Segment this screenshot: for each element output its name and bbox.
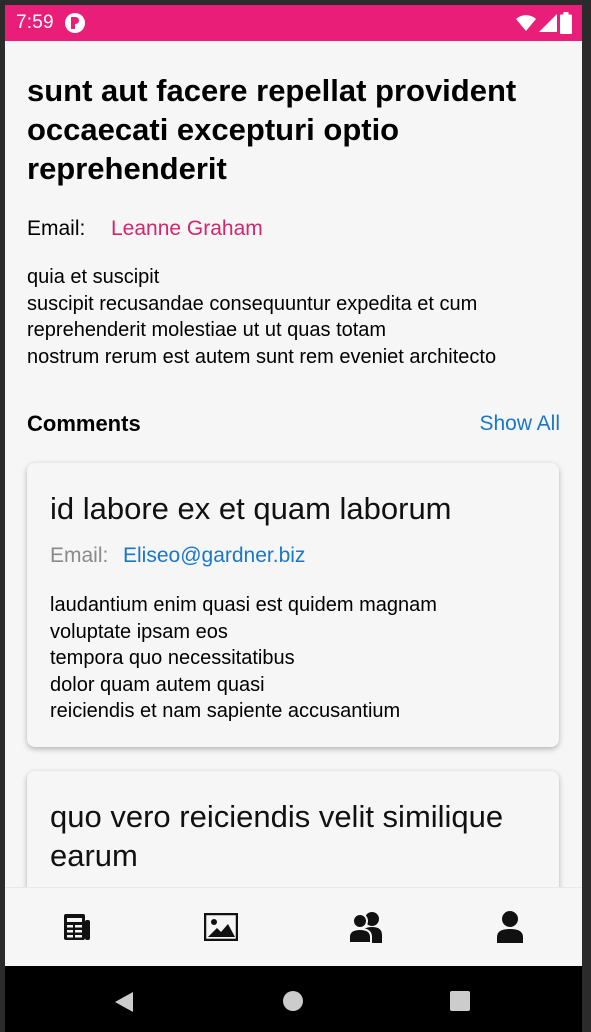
- comment-email-link[interactable]: Eliseo@gardner.biz: [123, 544, 305, 568]
- app-notification-icon: [64, 13, 85, 33]
- bottom-navigation: [5, 887, 582, 966]
- comment-card[interactable]: id labore ex et quam laborum Email: Elis…: [27, 463, 559, 747]
- signal-icon: [539, 14, 557, 32]
- status-bar: 7:59: [5, 5, 582, 41]
- app-screen: 7:59 sunt aut facere repellat provident …: [5, 5, 582, 1032]
- home-icon[interactable]: [282, 990, 304, 1012]
- comments-title: Comments: [27, 411, 141, 436]
- device-frame: 7:59 sunt aut facere repellat provident …: [0, 0, 591, 1032]
- system-navigation-bar: [5, 966, 582, 1032]
- nav-profile[interactable]: [480, 897, 540, 957]
- post-detail-content[interactable]: sunt aut facere repellat provident occae…: [5, 41, 582, 887]
- posts-icon: [64, 914, 91, 940]
- post-email-row: Email: Leanne Graham: [27, 217, 263, 241]
- post-body: quia et suscipit suscipit recusandae con…: [27, 266, 497, 368]
- comment-email-label: Email:: [50, 544, 109, 567]
- recents-icon[interactable]: [449, 990, 471, 1012]
- nav-photos[interactable]: [191, 897, 251, 957]
- comment-name: quo vero reiciendis velit similique earu…: [50, 799, 504, 873]
- comments-header: Comments Show All: [27, 409, 560, 439]
- users-icon: [347, 912, 382, 943]
- status-icons: [516, 12, 572, 34]
- wifi-icon: [516, 15, 536, 31]
- post-author-link[interactable]: Leanne Graham: [111, 217, 263, 241]
- post-title: sunt aut facere repellat provident occae…: [27, 73, 517, 186]
- profile-icon: [496, 911, 523, 943]
- back-icon[interactable]: [113, 990, 135, 1014]
- comment-name: id labore ex et quam laborum: [50, 491, 452, 526]
- comment-email-row: Email: Eliseo@gardner.biz: [50, 544, 305, 568]
- nav-posts[interactable]: [47, 897, 107, 957]
- photos-icon: [204, 913, 239, 941]
- battery-icon: [560, 12, 572, 34]
- post-email-label: Email:: [27, 217, 86, 240]
- nav-users[interactable]: [336, 897, 396, 957]
- status-time: 7:59: [16, 12, 54, 33]
- comment-body: laudantium enim quasi est quidem magnam …: [50, 594, 437, 722]
- comment-card[interactable]: quo vero reiciendis velit similique earu…: [27, 771, 559, 887]
- show-all-button[interactable]: Show All: [479, 412, 560, 436]
